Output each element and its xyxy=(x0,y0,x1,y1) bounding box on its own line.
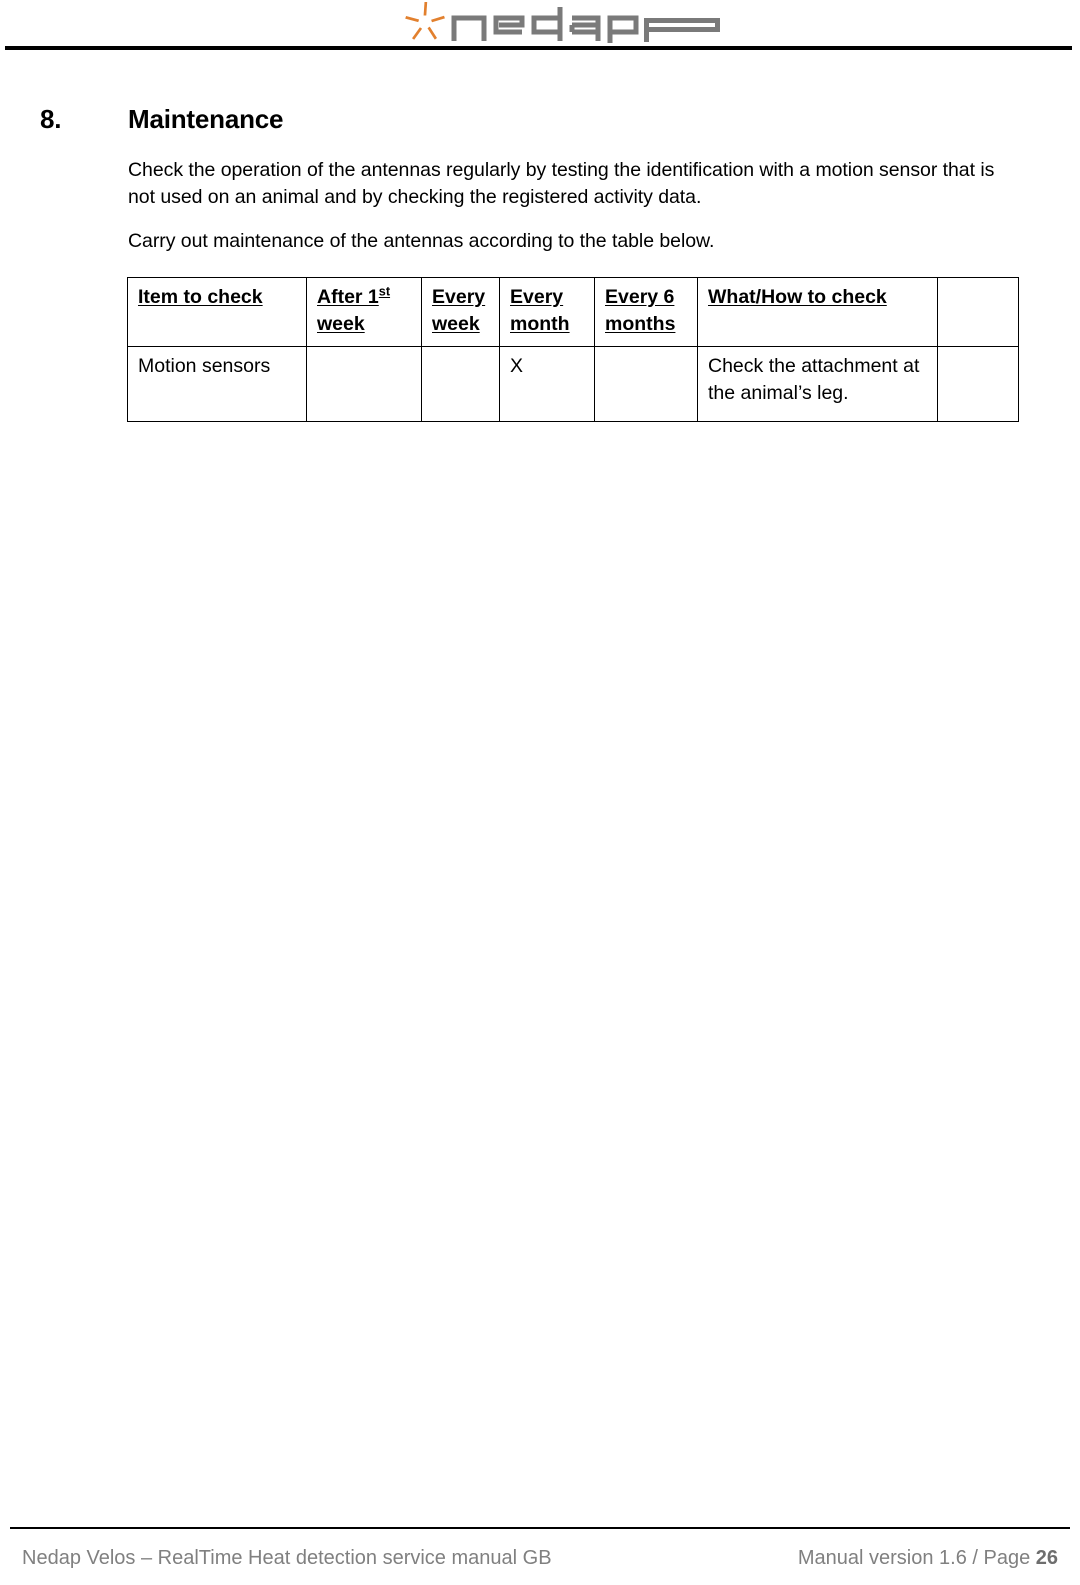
table-row: Motion sensors X Check the attachment at… xyxy=(127,346,1019,422)
footer-divider xyxy=(10,1527,1070,1529)
ordinal-suffix: st xyxy=(378,284,391,299)
section-title: Maintenance xyxy=(128,104,284,134)
cell-every-month: X xyxy=(499,346,595,422)
maintenance-table-container: Item to check After 1st week Every week … xyxy=(127,277,1019,422)
column-header-label-line2: month xyxy=(510,313,570,335)
footer-document-title: Nedap Velos – RealTime Heat detection se… xyxy=(22,1547,552,1569)
document-page: 8. Maintenance Check the operation of the… xyxy=(0,0,1080,1585)
column-header-label-line1: Every xyxy=(432,286,486,308)
footer-version-and-page: Manual version 1.6 / Page 26 xyxy=(798,1544,1058,1572)
column-header-every-week: Every week xyxy=(421,277,500,347)
cell-every-6-months xyxy=(594,346,698,422)
page-footer: Nedap Velos – RealTime Heat detection se… xyxy=(0,1540,1080,1580)
column-header-label-line2: week xyxy=(432,313,480,335)
column-header-item-to-check: Item to check xyxy=(127,277,307,347)
maintenance-table: Item to check After 1st week Every week … xyxy=(127,277,1019,422)
page-title: 8. Maintenance xyxy=(40,103,1000,135)
table-header-row: Item to check After 1st week Every week … xyxy=(127,277,1019,347)
star-icon xyxy=(405,2,445,40)
nedap-wordmark xyxy=(451,7,639,43)
column-header-every-month: Every month xyxy=(499,277,595,347)
column-header-label: Item to check xyxy=(138,286,263,308)
column-header-label-line1: Every xyxy=(510,286,564,308)
cell-item: Motion sensors xyxy=(127,346,307,422)
section-number: 8. xyxy=(40,104,62,134)
cell-extra xyxy=(937,346,1019,422)
column-header-label: What/How to check xyxy=(708,286,887,308)
column-header-label-line1: Every 6 xyxy=(605,286,675,308)
footer-page-number: 26 xyxy=(1035,1547,1058,1569)
column-header-label-line2: week xyxy=(317,313,365,335)
column-header-label-line1: After 1 xyxy=(317,286,379,308)
cell-after-first-week xyxy=(306,346,422,422)
column-header-what-how-to-check: What/How to check xyxy=(697,277,938,347)
column-header-extra xyxy=(937,277,1019,347)
nedap-logo xyxy=(404,1,726,43)
column-header-every-6-months: Every 6 months xyxy=(594,277,698,347)
cell-every-week xyxy=(421,346,500,422)
header-divider xyxy=(5,46,1072,50)
cell-what-how-to-check: Check the attachment at the animal’s leg… xyxy=(697,346,938,422)
nedap-wordmark-blocks xyxy=(644,18,720,42)
intro-paragraph: Check the operation of the antennas regu… xyxy=(128,159,995,208)
table-lead-in-paragraph: Carry out maintenance of the antennas ac… xyxy=(128,230,715,252)
page-header xyxy=(0,0,1080,52)
column-header-label-line2: months xyxy=(605,313,676,335)
column-header-after-first-week: After 1st week xyxy=(306,277,422,347)
footer-version-label: Manual version 1.6 / Page xyxy=(797,1547,1036,1569)
